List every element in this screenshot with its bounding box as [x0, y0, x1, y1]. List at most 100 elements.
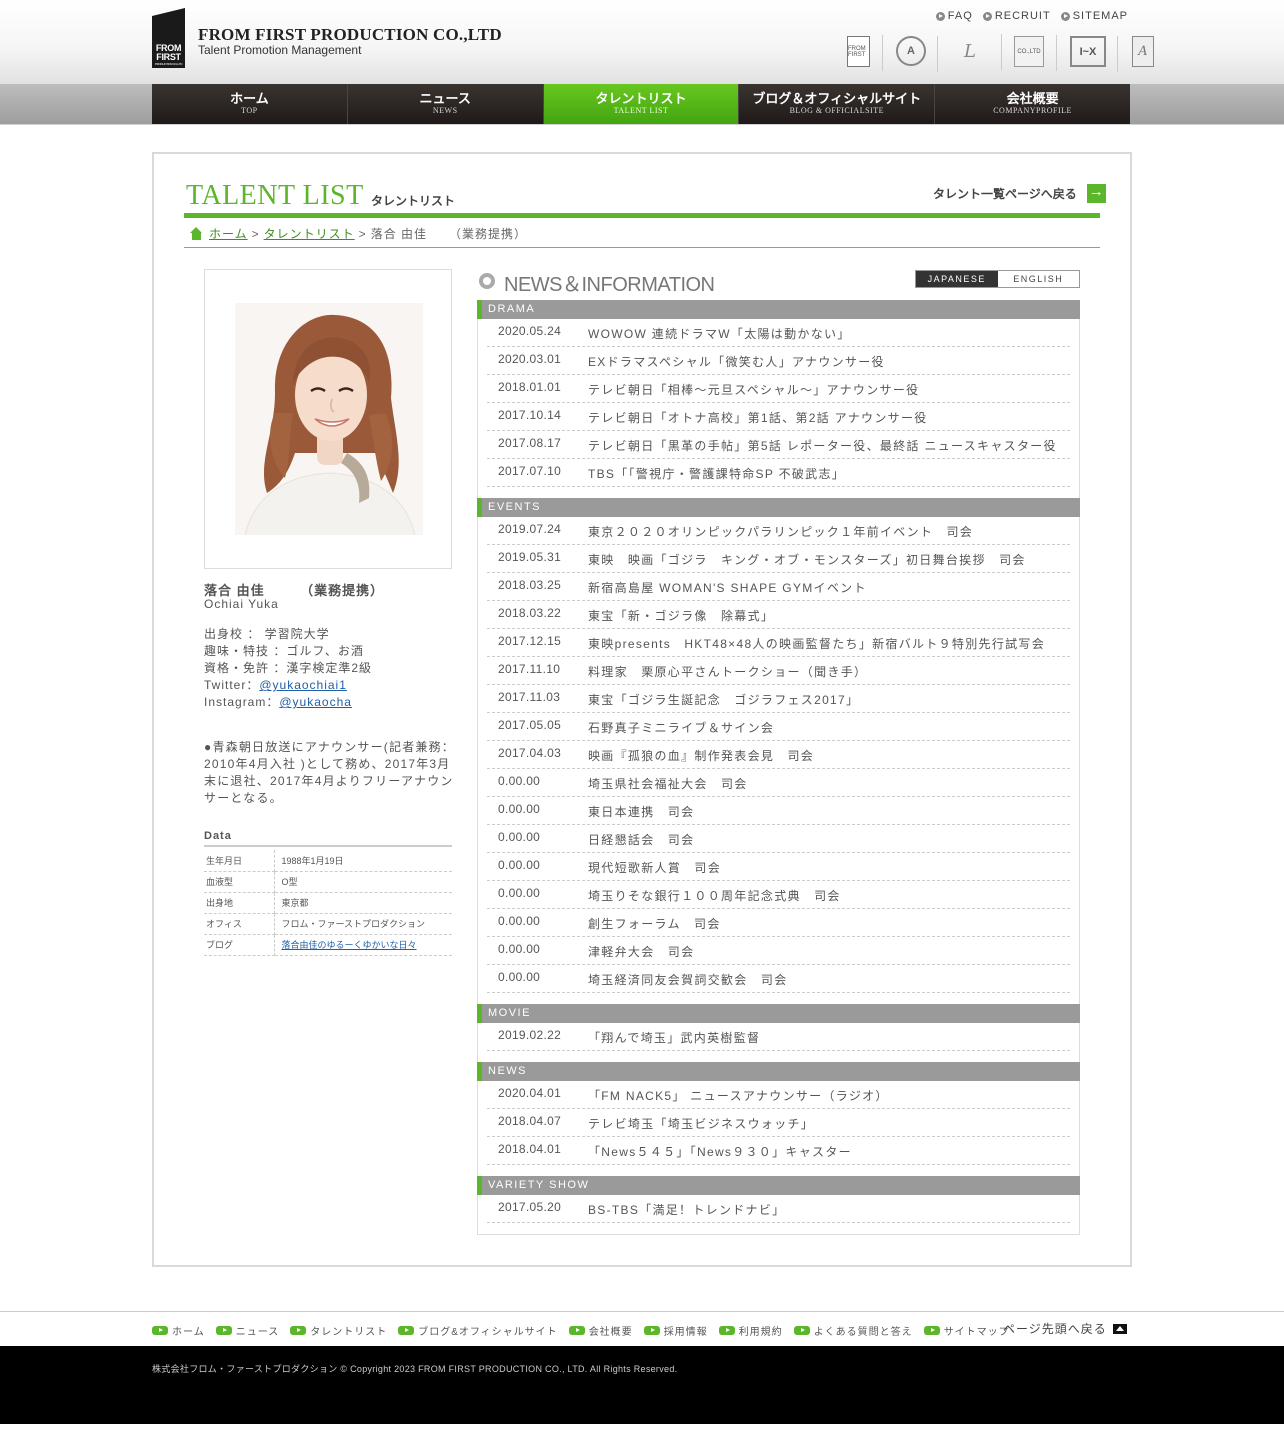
breadcrumb-current-note: （業務提携） [449, 227, 528, 241]
logo-text-production: PRODUCTION CO.,LTD [154, 62, 183, 66]
news-title: 創生フォーラム 司会 [588, 917, 721, 931]
news-category-header: NEWS [477, 1062, 1080, 1081]
news-category-header: EVENTS [477, 498, 1080, 517]
lang-japanese-button[interactable]: JAPANESE [916, 271, 998, 287]
talent-attributes: 出身校 ： 学習院大学 趣味・特技 ：ゴルフ、お酒 資格・免許 ：漢字検定準2級… [204, 626, 372, 711]
data-section-divider [204, 845, 452, 847]
arrow-right-icon [568, 1326, 585, 1335]
news-row: 2019.05.31 東映 映画「ゴジラ キング・オブ・モンスターズ」初日舞台挨拶… [487, 545, 1070, 573]
news-date: 2017.08.17 [498, 436, 562, 450]
arrow-right-icon [290, 1326, 307, 1335]
top-utility-links: FAQ RECRUIT SITEMAP [935, 10, 1128, 22]
news-row: 0.00.00 津軽弁大会 司会 [487, 937, 1070, 965]
data-label: 出身地 [204, 892, 275, 914]
recruit-link[interactable]: RECRUIT [982, 10, 1051, 22]
footer-link-label: ホーム [172, 1327, 205, 1338]
nav-home[interactable]: ホーム TOP [152, 84, 348, 124]
breadcrumb-home[interactable]: ホーム [209, 225, 248, 242]
ix-brand-icon[interactable]: I~X [1070, 36, 1118, 72]
home-icon [190, 227, 203, 240]
emblem-brand-icon[interactable]: A [896, 36, 938, 72]
news-title: 「FM NACK5」 ニュースアナウンサー（ラジオ） [588, 1089, 889, 1103]
footer-link-news[interactable]: ニュース [215, 1323, 280, 1338]
news-date: 2020.04.01 [498, 1086, 562, 1100]
footer-link-sitemap[interactable]: サイトマップ [923, 1323, 1010, 1338]
twitter-link[interactable]: @yukaochiai1 [259, 678, 347, 692]
nav-talent-list-sublabel: TALENT LIST [613, 106, 669, 115]
news-date: 0.00.00 [498, 886, 541, 900]
book-brand-icon[interactable]: CO.,LTD [1014, 35, 1057, 71]
instagram-link[interactable]: @yukaocha [279, 695, 352, 709]
nav-blog[interactable]: ブログ＆オフィシャルサイト BLOG & OFFICIALSITE [739, 84, 936, 124]
news-title: 東映 映画「ゴジラ キング・オブ・モンスターズ」初日舞台挨拶 司会 [588, 553, 1026, 567]
talent-bio: ●青森朝日放送にアナウンサー(記者兼務：2010年4月入社 )として務め、201… [204, 740, 456, 805]
news-date: 2017.12.15 [498, 634, 562, 648]
back-to-list-link[interactable]: タレント一覧ページへ戻る [933, 183, 1106, 203]
script-logo-brand-icon[interactable]: L [952, 34, 1002, 70]
footer-link-blog[interactable]: ブログ&オフィシャルサイト [398, 1323, 557, 1338]
news-section-title: NEWS＆INFORMATION [504, 274, 715, 296]
breadcrumb-divider [184, 247, 1100, 248]
news-title: 東日本連携 司会 [588, 805, 695, 819]
news-date: 2018.01.01 [498, 380, 562, 394]
news-title: BS-TBS「満足！トレンドナビ」 [588, 1203, 786, 1217]
news-row: 2017.07.10 TBS「「警視庁・警護課特命SP 不破武志」 [487, 459, 1070, 487]
news-row: 2017.05.05 石野真子ミニライブ＆サイン会 [487, 713, 1070, 741]
breadcrumb-talent-list[interactable]: タレントリスト [264, 225, 355, 242]
news-date: 2017.05.05 [498, 718, 562, 732]
nav-company[interactable]: 会社概要 COMPANYPROFILE [935, 84, 1130, 124]
news-title: 東宝「新・ゴジラ像 除幕式」 [588, 609, 775, 623]
news-title: 埼玉りそな銀行１００周年記念式典 司会 [588, 889, 841, 903]
news-title: 料理家 栗原心平さんトークショー（聞き手） [588, 665, 868, 679]
news-row: 2019.02.22 「翔んで埼玉」武内英樹監督 [487, 1023, 1070, 1051]
page-title-jp: タレントリスト [371, 194, 456, 208]
company-logo[interactable]: FROM FIRST PRODUCTION CO.,LTD [152, 8, 185, 68]
news-row: 2017.05.20 BS-TBS「満足！トレンドナビ」 [487, 1195, 1070, 1223]
breadcrumb-current: 落合 由佳 [370, 227, 428, 241]
faq-label: FAQ [947, 10, 973, 22]
profile-photo [235, 303, 423, 535]
news-title: 「News５４５」「News９３０」キャスター [588, 1145, 852, 1159]
nav-talent-list[interactable]: タレントリスト TALENT LIST [543, 84, 740, 124]
news-date: 0.00.00 [498, 970, 541, 984]
news-date: 2019.07.24 [498, 522, 562, 536]
blog-link[interactable]: 落合由佳のゆるーくゆかいな日々 [282, 940, 417, 950]
footer-link-label: 採用情報 [663, 1327, 708, 1338]
from-first-brand-icon[interactable]: FROM FIRST [847, 35, 883, 71]
news-title: 埼玉県社会福祉大会 司会 [588, 777, 748, 791]
news-title: テレビ朝日「オトナ高校」第1話、第2話 アナウンサー役 [588, 411, 928, 425]
footer-link-faq[interactable]: よくある質問と答え [793, 1323, 913, 1338]
attr-hobby: 趣味・特技 ：ゴルフ、お酒 [204, 644, 364, 658]
news-title: TBS「「警視庁・警護課特命SP 不破武志」 [588, 467, 846, 481]
footer-link-terms[interactable]: 利用規約 [718, 1323, 783, 1338]
footer-link-talent-list[interactable]: タレントリスト [290, 1323, 387, 1338]
arrow-right-icon [793, 1326, 810, 1335]
brand-label-1: FROM FIRST [848, 45, 866, 58]
table-row: オフィス フロム・ファーストプロダクション [204, 913, 452, 935]
news-row: 0.00.00 創生フォーラム 司会 [487, 909, 1070, 937]
news-date: 2018.03.22 [498, 606, 562, 620]
company-name[interactable]: FROM FIRST PRODUCTION CO.,LTD [198, 25, 502, 45]
faq-link[interactable]: FAQ [935, 10, 973, 22]
site-header: FROM FIRST PRODUCTION CO.,LTD FROM FIRST… [0, 0, 1284, 84]
news-row: 0.00.00 日経懇話会 司会 [487, 825, 1070, 853]
footer-link-recruit[interactable]: 採用情報 [643, 1323, 708, 1338]
footer-divider [0, 1311, 1284, 1312]
nav-blog-label: ブログ＆オフィシャルサイト [752, 91, 922, 106]
page-top-label: ページ先頭へ戻る [1003, 1322, 1107, 1336]
footer-link-home[interactable]: ホーム [152, 1323, 205, 1338]
nav-home-sublabel: TOP [241, 106, 258, 115]
arrow-right-icon [152, 1326, 168, 1335]
data-label: 生年月日 [204, 850, 275, 872]
a-brand-icon[interactable]: A [1132, 36, 1154, 67]
data-label: 血液型 [204, 871, 275, 893]
sitemap-link[interactable]: SITEMAP [1060, 10, 1128, 22]
news-date: 0.00.00 [498, 858, 541, 872]
news-date: 0.00.00 [498, 942, 541, 956]
page-top-link[interactable]: ページ先頭へ戻る [1003, 1320, 1127, 1337]
lang-english-button[interactable]: ENGLISH [997, 271, 1079, 287]
footer-link-company[interactable]: 会社概要 [568, 1323, 633, 1338]
news-date: 0.00.00 [498, 830, 541, 844]
data-value: 落合由佳のゆるーくゆかいな日々 [274, 934, 452, 956]
nav-news[interactable]: ニュース NEWS [347, 84, 544, 124]
